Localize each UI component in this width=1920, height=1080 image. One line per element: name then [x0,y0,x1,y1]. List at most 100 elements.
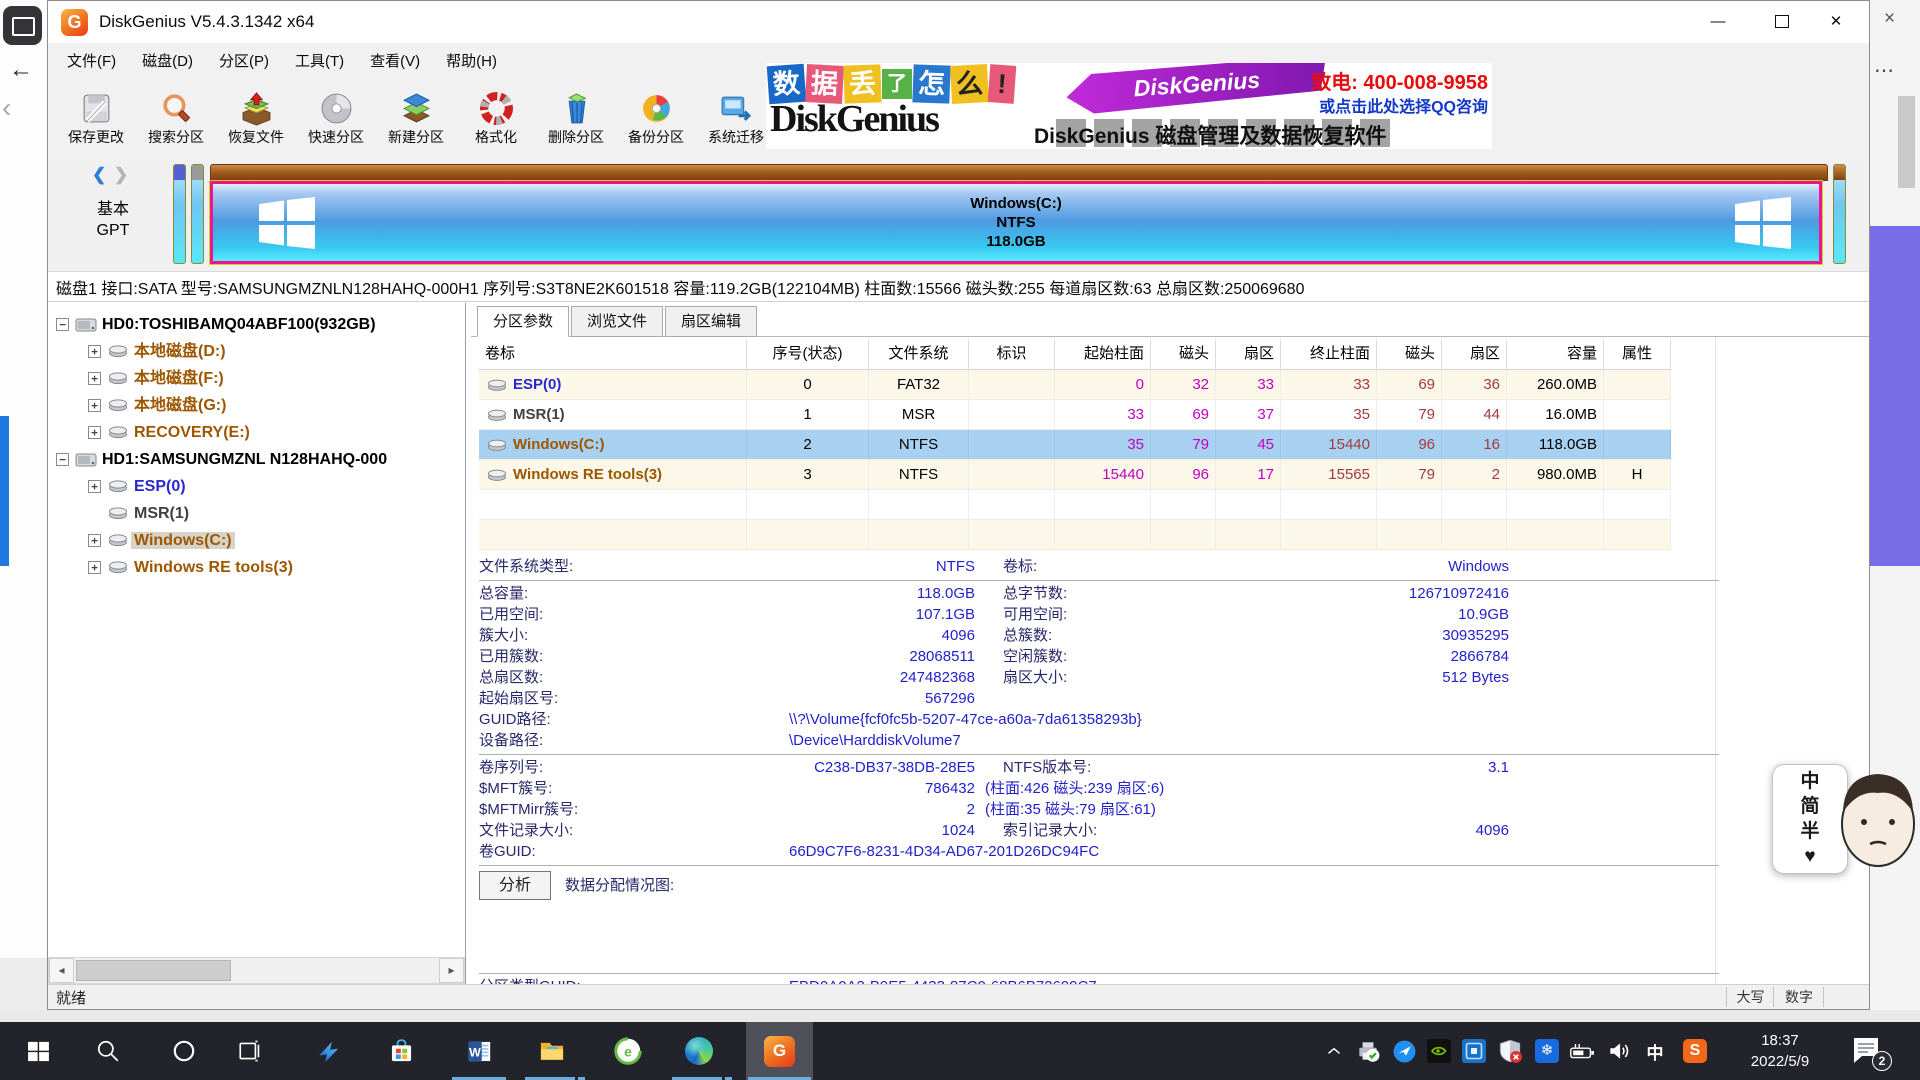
menu-tools[interactable]: 工具(T) [282,50,357,71]
tab-partition-params[interactable]: 分区参数 [477,306,569,337]
expand-icon[interactable]: + [88,345,101,358]
menu-partition[interactable]: 分区(P) [206,50,282,71]
sticker-face [1834,760,1920,876]
save-changes-button[interactable]: 保存更改 [56,77,136,161]
windows-logo-icon [259,197,315,249]
scroll-right-icon[interactable]: ▸ [439,958,464,983]
tree-item-hd0[interactable]: − HD0:TOSHIBAMQ04ABF100(932GB) [48,311,465,338]
tray-snowflake-icon[interactable]: ❄ [1533,1037,1561,1065]
backup-partition-button[interactable]: 备份分区 [616,77,696,161]
browser-360-icon: e [614,1037,642,1065]
expand-icon[interactable]: + [88,399,101,412]
tray-messenger-icon[interactable] [1390,1037,1418,1065]
taskbar-clock[interactable]: 18:37 2022/5/9 [1735,1030,1825,1072]
tab-browse-files[interactable]: 浏览文件 [571,306,663,337]
pinned-app-feishu[interactable] [298,1022,358,1080]
minimize-button[interactable]: — [1695,1,1741,41]
svg-text:W: W [469,1045,481,1059]
analyze-button[interactable]: 分析 [479,871,551,900]
tray-chevron-up-icon[interactable] [1320,1037,1348,1065]
advert-banner[interactable]: 数据丢了怎么! DiskGenius DiskGenius 致电: 400-00… [766,63,1492,149]
partition-sliver-msr[interactable] [191,164,204,264]
tray-volume-icon[interactable] [1605,1037,1633,1065]
tray-ime-indicator[interactable]: 中 [1641,1037,1669,1065]
partition-sliver-esp[interactable] [173,164,186,264]
open-app-edge[interactable] [669,1022,729,1080]
expand-icon[interactable]: + [88,372,101,385]
task-view-button[interactable] [220,1022,280,1080]
tree-item-local-g[interactable]: + 本地磁盘(G:) [48,392,465,419]
new-partition-button[interactable]: 新建分区 [376,77,456,161]
tray-nvidia-icon[interactable] [1425,1037,1453,1065]
scrollbar-thumb[interactable] [76,960,231,981]
pinned-app-360[interactable]: e [598,1022,658,1080]
open-app-word[interactable]: W [449,1022,509,1080]
back-arrow-icon[interactable]: ← [9,56,33,84]
tree-item-recovery-e[interactable]: + RECOVERY(E:) [48,419,465,446]
next-disk-icon[interactable]: ❯ [114,165,128,185]
tree-horizontal-scrollbar[interactable]: ◂ ▸ [48,957,465,984]
tree-item-windows-re[interactable]: + Windows RE tools(3) [48,554,465,581]
chevron-left-icon[interactable]: ‹ [2,92,11,124]
open-app-explorer[interactable] [522,1022,582,1080]
prev-disk-icon[interactable]: ❮ [92,165,106,185]
recover-files-button[interactable]: 恢复文件 [216,77,296,161]
format-button[interactable]: 格式化 [456,77,536,161]
delete-partition-button[interactable]: 删除分区 [536,77,616,161]
background-close-icon[interactable]: × [1884,8,1895,30]
tray-power-icon[interactable] [1568,1037,1596,1065]
menu-help[interactable]: 帮助(H) [433,50,510,71]
tab-sector-edit[interactable]: 扇区编辑 [665,306,757,337]
pinned-app-store[interactable] [371,1022,431,1080]
active-app-diskgenius[interactable]: G [746,1022,813,1080]
background-scrollbar-thumb[interactable] [1898,96,1915,188]
quick-partition-button[interactable]: 快速分区 [296,77,376,161]
table-row-esp[interactable]: ESP(0) 0 FAT32 0 32 33 33 69 36 260.0MB [479,370,1671,400]
tree-item-hd1[interactable]: − HD1:SAMSUNGMZNL N128HAHQ-000 [48,446,465,473]
partition-icon [108,533,128,547]
maximize-button[interactable] [1759,1,1805,41]
partition-size: 118.0GB [986,232,1045,251]
tree-item-local-d[interactable]: + 本地磁盘(D:) [48,338,465,365]
table-row-msr[interactable]: MSR(1) 1 MSR 33 69 37 35 79 44 16.0MB [479,400,1671,430]
tray-sogou-icon[interactable]: S [1681,1037,1709,1065]
menu-disk[interactable]: 磁盘(D) [129,50,206,71]
disk-header-bar [210,164,1828,181]
tray-intel-graphics-icon[interactable] [1460,1037,1488,1065]
table-empty-row [479,520,1671,550]
cortana-button[interactable] [154,1022,214,1080]
save-icon [79,91,114,126]
collapse-icon[interactable]: − [56,318,69,331]
expand-icon[interactable]: + [88,561,101,574]
menu-view[interactable]: 查看(V) [357,50,433,71]
table-empty-row [479,490,1671,520]
windows-logo-icon [1735,197,1791,249]
search-partition-button[interactable]: 搜索分区 [136,77,216,161]
tray-printer-icon[interactable] [1354,1037,1382,1065]
tray-security-shield-icon[interactable] [1496,1037,1524,1065]
tree-item-local-f[interactable]: + 本地磁盘(F:) [48,365,465,392]
partition-block-windows-c[interactable]: Windows(C:) NTFS 118.0GB [210,181,1822,264]
taskbar: W e G [0,1022,1920,1080]
taskbar-search-button[interactable] [78,1022,138,1080]
expand-icon[interactable]: + [88,534,101,547]
table-row-windows-re[interactable]: Windows RE tools(3) 3 NTFS 15440 96 17 1… [479,460,1671,490]
collapse-icon[interactable]: − [56,453,69,466]
start-button[interactable] [8,1022,68,1080]
partition-sliver-re-tools[interactable] [1833,164,1846,264]
system-migration-button[interactable]: 系统迁移 [696,77,776,161]
menu-file[interactable]: 文件(F) [54,50,129,71]
expand-icon[interactable]: + [88,426,101,439]
action-center-button[interactable]: 2 [1850,1035,1890,1067]
tree-item-windows-c[interactable]: + Windows(C:) [48,527,465,554]
close-button[interactable]: ✕ [1813,1,1859,41]
tree-item-msr[interactable]: MSR(1) [48,500,465,527]
table-row-windows-c-selected[interactable]: Windows(C:) 2 NTFS 35 79 45 15440 96 16 … [479,430,1671,460]
expand-icon[interactable]: + [88,480,101,493]
scroll-left-icon[interactable]: ◂ [49,958,74,983]
advert-qq-link[interactable]: 或点击此处选择QQ咨询 [1319,93,1488,117]
background-tab-icon[interactable] [3,6,42,45]
background-menu-icon[interactable]: ⋯ [1874,58,1895,83]
tree-item-esp[interactable]: + ESP(0) [48,473,465,500]
ime-status-panel[interactable]: 中 简 半 ♥ [1772,760,1920,876]
